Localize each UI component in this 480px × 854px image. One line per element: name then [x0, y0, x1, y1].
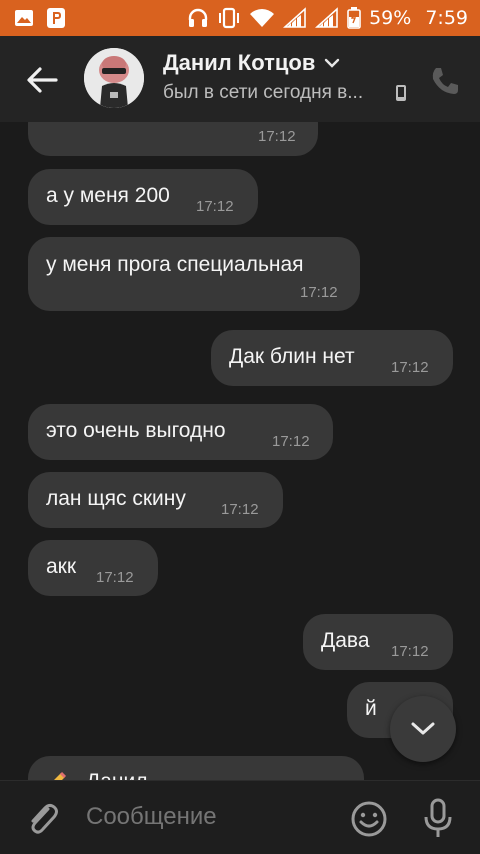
- signal-2-icon: [315, 7, 339, 29]
- message-text: Данил: [86, 770, 147, 780]
- status-bar-right: 59% 7:59: [187, 0, 468, 36]
- gallery-notification-icon: [14, 8, 34, 28]
- headphones-icon: [187, 7, 209, 29]
- message-time: 17:12: [96, 569, 134, 586]
- contact-name: Данил Котцов: [163, 50, 316, 75]
- message-text: Дава: [321, 629, 370, 652]
- message-input-bar: [0, 780, 480, 854]
- chevron-down-icon: [325, 58, 340, 68]
- message-time: 17:12: [221, 501, 259, 518]
- battery-icon: [347, 7, 361, 29]
- voice-message-button[interactable]: [420, 797, 456, 841]
- message-text: й: [365, 697, 377, 720]
- clock: 7:59: [425, 7, 468, 29]
- app-notification-icon: [46, 7, 66, 29]
- message-bubble-outgoing[interactable]: Дава 17:12: [303, 614, 453, 670]
- status-bar: 59% 7:59: [0, 0, 480, 36]
- back-arrow-icon: [27, 67, 58, 93]
- message-text: а у меня 200: [46, 184, 170, 207]
- message-text: у меня прога специальная: [46, 253, 304, 276]
- message-bubble-incoming[interactable]: лан щяс скину 17:12: [28, 472, 283, 528]
- message-bubble-incoming[interactable]: а у меня 200 17:12: [28, 169, 258, 225]
- message-bubble-incoming[interactable]: это очень выгодно 17:12: [28, 404, 333, 460]
- attach-icon: [31, 803, 58, 834]
- wifi-icon: [249, 8, 275, 28]
- emoji-icon: [351, 801, 387, 837]
- chat-header: Данил Котцов был в сети сегодня в...: [0, 36, 480, 122]
- scroll-down-icon: [411, 722, 435, 735]
- call-button[interactable]: [428, 64, 462, 98]
- message-bubble-outgoing[interactable]: Дак блин нет 17:12: [211, 330, 453, 386]
- message-text: это очень выгодно: [46, 419, 226, 442]
- mic-icon: [424, 798, 452, 837]
- emoji-button[interactable]: [350, 800, 388, 838]
- chat-screen: 59% 7:59 Данил Котцов был в сети сегодня…: [0, 0, 480, 854]
- mobile-device-icon: [396, 85, 406, 101]
- attach-button[interactable]: [24, 799, 60, 839]
- message-time: 17:12: [258, 128, 296, 145]
- message-time: 17:12: [300, 284, 338, 301]
- message-time: 17:12: [272, 433, 310, 450]
- message-text: Дак блин нет: [229, 345, 355, 368]
- back-button[interactable]: [22, 60, 62, 100]
- contact-name-row[interactable]: Данил Котцов: [163, 50, 341, 76]
- message-time: 17:12: [196, 198, 234, 215]
- last-seen-status: был в сети сегодня в...: [163, 82, 364, 103]
- message-input[interactable]: [86, 803, 326, 831]
- message-list[interactable]: 17:12 а у меня 200 17:12 у меня прога сп…: [0, 122, 480, 780]
- status-bar-left: [14, 7, 66, 29]
- contact-avatar[interactable]: [84, 48, 144, 108]
- message-time: 17:12: [391, 359, 429, 376]
- message-text: лан щяс скину: [46, 487, 186, 510]
- message-bubble-incoming[interactable]: акк 17:12: [28, 540, 158, 596]
- message-bubble-incoming[interactable]: у меня прога специальная 17:12: [28, 237, 360, 311]
- pencil-icon: [46, 770, 68, 780]
- vibrate-icon: [217, 7, 241, 29]
- message-bubble-incoming[interactable]: Данил: [28, 756, 364, 780]
- message-bubble-incoming[interactable]: 17:12: [28, 122, 318, 156]
- battery-percent: 59%: [369, 7, 412, 29]
- message-time: 17:12: [391, 643, 429, 660]
- message-text: акк: [46, 555, 77, 578]
- scroll-down-button[interactable]: [390, 696, 456, 762]
- phone-icon: [432, 68, 458, 94]
- signal-1-icon: [283, 7, 307, 29]
